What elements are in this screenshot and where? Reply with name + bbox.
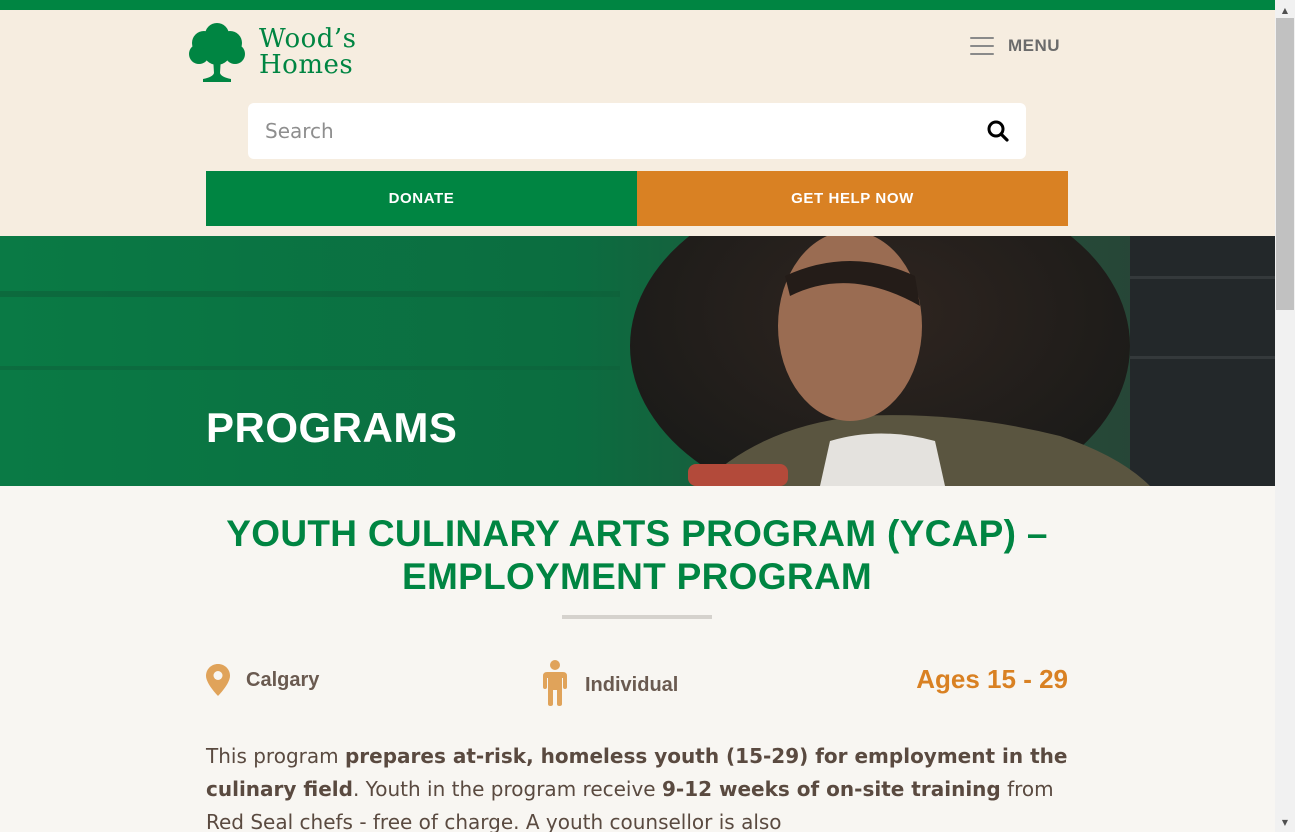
description-text: . Youth in the program receive (352, 777, 662, 801)
get-help-now-button[interactable]: GET HELP NOW (637, 171, 1068, 226)
hamburger-icon (970, 37, 994, 55)
search-button[interactable] (970, 103, 1026, 159)
logo-line-2: Homes (259, 50, 354, 80)
program-ages: Ages 15 - 29 (916, 664, 1068, 694)
tree-icon (189, 23, 245, 82)
program-audience: Individual (541, 660, 679, 706)
site-logo[interactable]: Wood’s Homes (187, 20, 377, 84)
program-location: Calgary (206, 664, 319, 696)
map-pin-icon (206, 664, 230, 696)
search-box (248, 103, 1026, 159)
top-accent-bar (0, 0, 1275, 10)
hero-banner: PROGRAMS (0, 236, 1275, 486)
scrollbar-thumb[interactable] (1276, 18, 1294, 310)
description-text: This program (206, 744, 345, 768)
scroll-down-icon[interactable]: ▼ (1275, 814, 1295, 830)
person-icon (543, 660, 567, 706)
audience-label: Individual (585, 673, 679, 696)
scroll-up-icon[interactable]: ▲ (1275, 2, 1295, 18)
site-header: Wood’s Homes MENU DONATE GET HELP NOW (0, 10, 1275, 236)
title-divider (562, 615, 712, 619)
search-input[interactable] (248, 103, 970, 159)
page-title: YOUTH CULINARY ARTS PROGRAM (YCAP) – EMP… (226, 513, 1048, 597)
hero-title: PROGRAMS (206, 404, 458, 451)
logo-line-1: Wood’s (259, 24, 357, 54)
menu-label: MENU (1008, 36, 1061, 55)
search-icon (987, 120, 1009, 142)
hero-image (0, 236, 1275, 486)
menu-button[interactable]: MENU (970, 36, 1060, 56)
location-label: Calgary (246, 668, 320, 691)
description-emphasis: 9-12 weeks of on-site training (661, 777, 1001, 801)
donate-button[interactable]: DONATE (206, 171, 637, 226)
program-description: This program prepares at-risk, homeless … (206, 740, 1076, 832)
